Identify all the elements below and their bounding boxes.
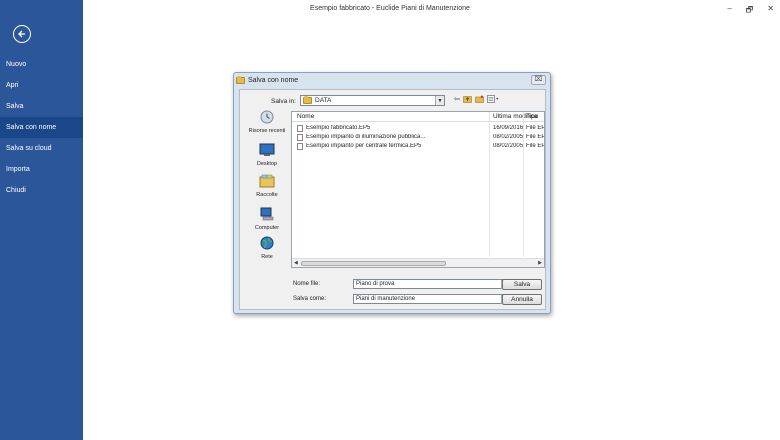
horizontal-scrollbar[interactable]: ◀ ▶: [292, 258, 544, 267]
save-as-type-value: Piani di manutenzione: [356, 296, 416, 302]
restore-button[interactable]: 🗗: [746, 4, 754, 18]
nav-item-chiudi[interactable]: Chiudi: [0, 180, 83, 201]
network-globe-icon: [260, 236, 274, 250]
dialog-titlebar: Salva con nome: [236, 75, 298, 86]
window-title: Esempio fabbricato - Euclide Piani di Ma…: [310, 5, 470, 12]
nav-item-apri[interactable]: Apri: [0, 75, 83, 96]
save-in-value: DATA: [315, 97, 332, 104]
backstage-sidebar: Nuovo Apri Salva Salva con nome Salva su…: [0, 0, 83, 440]
save-as-type-label: Salva come:: [293, 296, 327, 302]
file-modified: 08/02/2005 11:39: [493, 143, 523, 149]
new-folder-icon[interactable]: [475, 95, 484, 105]
file-row[interactable]: Esempio impianto per centrale termica.EP…: [292, 142, 544, 151]
file-name-label: Nome file:: [293, 281, 321, 287]
file-modified: 16/09/2016 10:30: [493, 125, 523, 131]
nav-item-salva-su-cloud[interactable]: Salva su cloud: [0, 138, 83, 159]
place-label: Raccolte: [256, 192, 278, 198]
place-label: Risorse recenti: [248, 128, 286, 134]
dialog-toolbar: ⇦: [454, 95, 499, 105]
save-as-dialog: Salva con nome ⌧ Salva in: DATA ▼ ⇦ Riso…: [233, 72, 551, 314]
dialog-close-button[interactable]: ⌧: [531, 75, 546, 85]
file-name: Esempio fabbricato.EP5: [306, 125, 371, 131]
place-recent[interactable]: Risorse recenti: [245, 110, 289, 134]
scrollbar-thumb[interactable]: [301, 261, 446, 266]
file-icon: [297, 143, 303, 150]
computer-icon: [260, 207, 274, 221]
place-libraries[interactable]: Raccolte: [245, 174, 289, 198]
nav-item-nuovo[interactable]: Nuovo: [0, 54, 83, 75]
nav-item-salva-con-nome[interactable]: Salva con nome: [0, 117, 83, 138]
place-label: Rete: [261, 254, 273, 260]
file-list-header: Nome Ultima modifica Tipo: [292, 112, 544, 122]
minimize-button[interactable]: –: [727, 4, 731, 18]
backstage-nav: Nuovo Apri Salva Salva con nome Salva su…: [0, 54, 83, 201]
file-row[interactable]: Esempio impianto di illuminazione pubbli…: [292, 133, 544, 142]
nav-item-salva[interactable]: Salva: [0, 96, 83, 117]
cancel-button[interactable]: Annulla: [502, 294, 542, 305]
place-desktop[interactable]: Desktop: [245, 143, 289, 167]
dialog-body: Salva in: DATA ▼ ⇦ Risorse recenti Deskt…: [239, 89, 546, 310]
places-bar: Risorse recenti Desktop Raccolte Compute…: [245, 110, 289, 262]
back-arrow-icon[interactable]: [13, 25, 31, 43]
save-in-select[interactable]: DATA ▼: [300, 95, 445, 106]
back-icon[interactable]: ⇦: [454, 95, 460, 105]
file-name: Esempio impianto di illuminazione pubbli…: [306, 134, 426, 140]
file-type: File EP5: [526, 125, 544, 131]
file-name-input[interactable]: Piano di prova ▼: [353, 279, 511, 289]
libraries-icon: [259, 174, 275, 188]
place-label: Computer: [254, 225, 280, 231]
file-icon: [297, 134, 303, 141]
save-in-label: Salva in:: [271, 98, 296, 105]
desktop-icon: [259, 143, 275, 156]
place-label: Desktop: [256, 161, 278, 167]
file-row[interactable]: Esempio fabbricato.EP5 16/09/2016 10:30 …: [292, 124, 544, 133]
save-as-type-select[interactable]: Piani di manutenzione ▼: [353, 294, 511, 304]
window-controls: – 🗗 ✕: [727, 4, 774, 18]
column-header-type[interactable]: Tipo: [526, 113, 538, 120]
file-type: File EP5: [526, 143, 544, 149]
file-type: File EP5: [526, 134, 544, 140]
close-window-button[interactable]: ✕: [767, 4, 774, 18]
place-network[interactable]: Rete: [245, 236, 289, 260]
column-header-name[interactable]: Nome: [297, 113, 314, 120]
file-icon: [297, 125, 303, 132]
dialog-title: Salva con nome: [248, 77, 299, 84]
scroll-right-icon[interactable]: ▶: [538, 260, 542, 266]
recent-places-icon: [260, 110, 274, 124]
up-folder-icon[interactable]: [463, 95, 472, 105]
scroll-left-icon[interactable]: ◀: [294, 260, 298, 266]
place-computer[interactable]: Computer: [245, 207, 289, 231]
view-menu-icon[interactable]: [487, 95, 499, 105]
nav-item-importa[interactable]: Importa: [0, 159, 83, 180]
file-name-value: Piano di prova: [356, 281, 395, 287]
folder-icon: [303, 96, 312, 104]
file-list[interactable]: Nome Ultima modifica Tipo Esempio fabbri…: [291, 111, 545, 268]
file-modified: 08/02/2005 11:39: [493, 134, 523, 140]
chevron-down-icon[interactable]: ▼: [435, 96, 444, 105]
file-name: Esempio impianto per centrale termica.EP…: [306, 143, 422, 149]
save-button[interactable]: Salva: [502, 279, 542, 290]
folder-icon: [236, 76, 245, 84]
